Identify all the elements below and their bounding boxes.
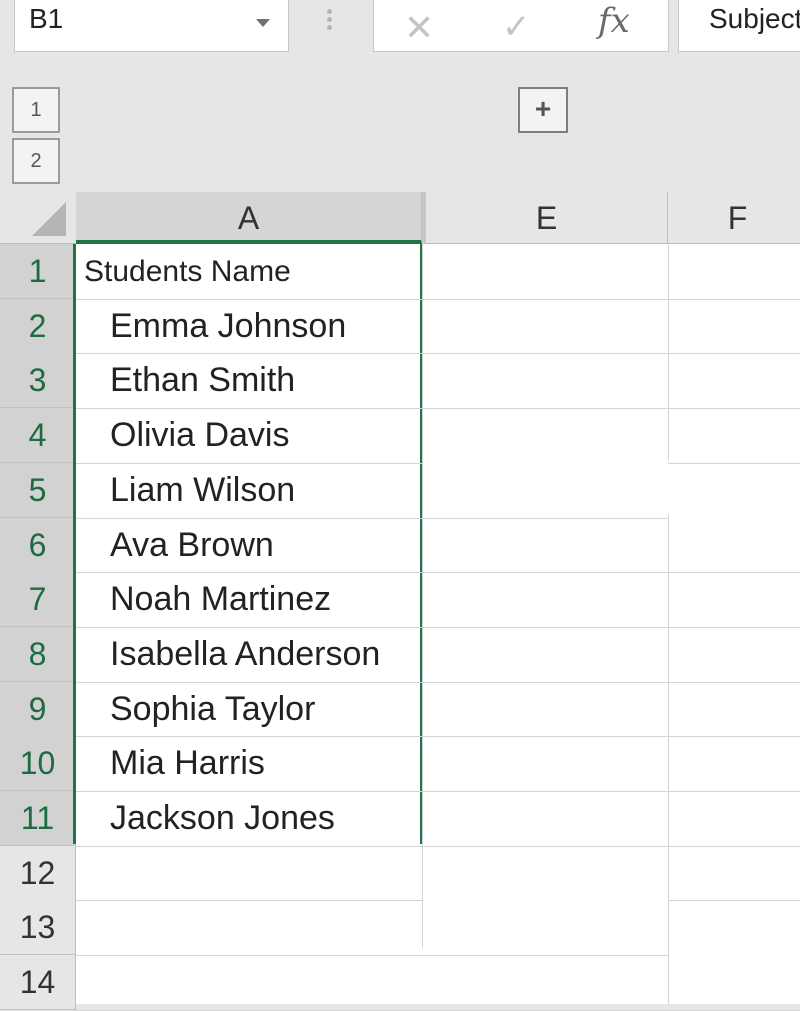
row-header-7[interactable]: 7 <box>0 572 76 628</box>
gridline <box>76 736 422 737</box>
gridline <box>76 955 422 956</box>
row-header-12[interactable]: 12 <box>0 845 76 901</box>
row-header-14[interactable]: 14 <box>0 955 76 1011</box>
row-header-13[interactable]: 13 <box>0 900 76 956</box>
name-box-value: B1 <box>29 3 64 34</box>
outline-level-2-button[interactable]: 2 <box>12 138 60 184</box>
gridline <box>422 736 668 737</box>
gridline <box>668 736 800 737</box>
gridline <box>76 299 422 300</box>
gridline <box>668 299 800 300</box>
cell-A4[interactable]: Olivia Davis <box>76 408 456 463</box>
row-header-1[interactable]: 1 <box>0 244 76 299</box>
select-all-icon[interactable] <box>32 202 66 236</box>
gridline <box>668 900 800 901</box>
gridline <box>422 682 668 683</box>
gridline <box>668 353 800 354</box>
dropdown-caret-icon[interactable] <box>256 19 270 27</box>
column-header-bar: A E F <box>0 192 800 244</box>
cell-A7[interactable]: Noah Martinez <box>76 572 456 627</box>
cell-A10[interactable]: Mia Harris <box>76 736 456 791</box>
row-headers: 1 2 3 4 5 6 7 8 9 10 11 12 13 14 <box>0 244 76 1011</box>
gridline <box>76 900 422 901</box>
formula-bar-buttons: ✕ ✓ fx <box>373 0 669 52</box>
gridline <box>422 955 668 956</box>
outline-level-1-button[interactable]: 1 <box>12 87 60 133</box>
cell-A6[interactable]: Ava Brown <box>76 518 456 573</box>
gridline <box>76 846 422 847</box>
cell-A5[interactable]: Liam Wilson <box>76 463 456 518</box>
cell-A13[interactable] <box>76 900 456 955</box>
gridline <box>76 682 422 683</box>
gridline <box>76 627 422 628</box>
gridline <box>422 408 668 409</box>
cell-A2[interactable]: Emma Johnson <box>76 299 456 354</box>
gridline <box>668 463 800 464</box>
expand-plus-icon[interactable]: + <box>518 87 568 133</box>
enter-icon[interactable]: ✓ <box>502 7 531 47</box>
row-header-10[interactable]: 10 <box>0 736 76 792</box>
column-header-F[interactable]: F <box>668 192 800 244</box>
column-header-E[interactable]: E <box>422 192 668 244</box>
row-header-11[interactable]: 11 <box>0 791 76 846</box>
formula-text: Subject <box>709 3 800 34</box>
row-header-9[interactable]: 9 <box>0 681 76 737</box>
cell-grid[interactable]: Students Name Emma Johnson Ethan Smith Oliv… <box>73 244 800 1011</box>
gridline <box>668 846 800 847</box>
formula-input[interactable]: Subject <box>678 0 800 52</box>
fx-icon[interactable]: fx <box>598 1 630 41</box>
gridline <box>668 627 800 628</box>
gridline <box>76 518 422 519</box>
formula-bar-grip[interactable] <box>325 6 333 40</box>
gridline <box>422 846 668 847</box>
cell-A8[interactable]: Isabella Anderson <box>76 627 456 682</box>
name-box[interactable]: B1 <box>14 0 289 52</box>
cell-A14[interactable] <box>76 955 456 1010</box>
gridline <box>668 244 669 460</box>
gridline <box>422 572 668 573</box>
row-header-8[interactable]: 8 <box>0 626 76 682</box>
gridline <box>422 627 668 628</box>
gridline <box>668 514 669 1004</box>
gridline <box>76 463 422 464</box>
column-header-A[interactable]: A <box>76 192 422 244</box>
row-header-2[interactable]: 2 <box>0 298 76 354</box>
gridline <box>668 682 800 683</box>
gridline <box>422 299 668 300</box>
gridline <box>422 353 668 354</box>
cell-A9[interactable]: Sophia Taylor <box>76 682 456 737</box>
row-header-4[interactable]: 4 <box>0 408 76 464</box>
row-header-3[interactable]: 3 <box>0 353 76 409</box>
gridline <box>422 518 668 519</box>
gridline <box>76 408 422 409</box>
gridline <box>422 791 668 792</box>
row-header-5[interactable]: 5 <box>0 462 76 518</box>
row-header-6[interactable]: 6 <box>0 517 76 573</box>
gridline <box>422 244 423 948</box>
gridline <box>76 572 422 573</box>
gridline <box>76 353 422 354</box>
cell-A3[interactable]: Ethan Smith <box>76 353 456 408</box>
cell-A12[interactable] <box>76 846 456 901</box>
gridline <box>668 408 800 409</box>
gridline <box>668 572 800 573</box>
cell-A1[interactable]: Students Name <box>76 244 430 299</box>
gridline <box>668 791 800 792</box>
gridline <box>76 791 422 792</box>
cancel-icon[interactable]: ✕ <box>404 7 434 49</box>
cell-A11[interactable]: Jackson Jones <box>76 791 456 846</box>
